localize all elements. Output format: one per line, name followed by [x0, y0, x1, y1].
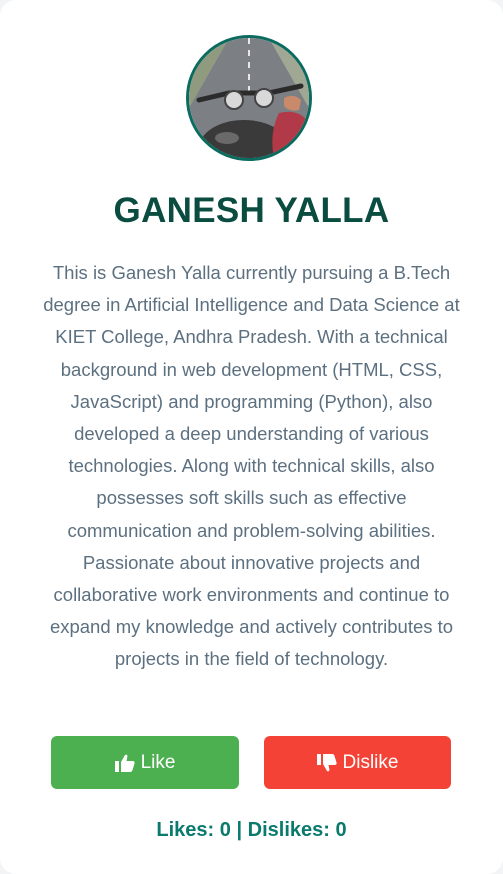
profile-name: GANESH YALLA — [113, 191, 390, 230]
likes-label: Likes: — [156, 819, 215, 841]
counts-separator: | — [236, 819, 243, 841]
thumbs-down-icon — [316, 753, 337, 771]
dislike-button[interactable]: Dislike — [264, 736, 451, 789]
dislike-label: Dislike — [342, 751, 399, 773]
avatar — [186, 35, 312, 161]
vote-counts: Likes: 0 | Dislikes: 0 — [0, 819, 503, 842]
thumbs-up-icon — [114, 754, 135, 772]
likes-count: 0 — [219, 819, 231, 841]
profile-card: GANESH YALLA This is Ganesh Yalla curren… — [0, 0, 503, 874]
avatar-photo — [189, 38, 309, 158]
dislikes-label: Dislikes: — [247, 819, 330, 841]
like-button[interactable]: Like — [51, 736, 239, 789]
like-label: Like — [140, 751, 176, 773]
dislikes-count: 0 — [335, 819, 347, 841]
profile-bio: This is Ganesh Yalla currently pursuing … — [43, 262, 460, 670]
